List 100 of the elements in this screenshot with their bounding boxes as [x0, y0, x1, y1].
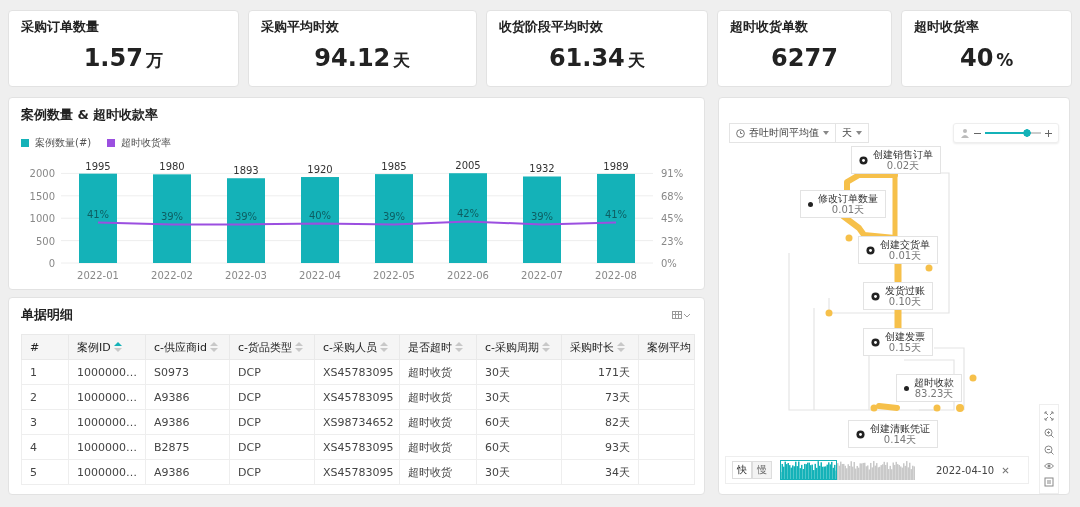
column-header: 案例平均	[638, 334, 695, 360]
close-icon[interactable]	[1002, 466, 1010, 474]
column-header[interactable]: 案例ID	[68, 334, 146, 360]
process-node[interactable]: 发货过账 0.10天	[863, 282, 933, 310]
zoom-out-icon[interactable]	[1044, 445, 1054, 455]
table-cell: XS45783095	[323, 365, 394, 379]
table-cell: 34天	[605, 465, 630, 479]
table-cell: XS45783095	[323, 390, 394, 404]
ring-icon	[871, 337, 880, 347]
table-cell: 超时收货	[408, 440, 452, 454]
table-cell: 超时收货	[408, 465, 452, 479]
clock-icon	[736, 128, 745, 138]
x-axis-label: 2022-07	[521, 270, 563, 281]
column-header[interactable]: c-采购周期	[476, 334, 562, 360]
process-node[interactable]: 创建销售订单 0.02天	[851, 146, 941, 174]
kpi-unit: 天	[393, 49, 411, 72]
data-label: 2005	[455, 160, 481, 172]
x-axis-label: 2022-05	[373, 270, 415, 281]
ring-icon	[871, 291, 880, 301]
column-header[interactable]: 是否超时	[399, 334, 477, 360]
process-node[interactable]: 创建交货单 0.01天	[858, 236, 938, 264]
y-axis-label: 1500	[29, 190, 55, 202]
metric-dropdown[interactable]: 吞吐时间平均值	[729, 123, 836, 143]
table-cell: 超时收货	[408, 390, 452, 404]
table-cell: 1000000…	[77, 390, 137, 404]
process-node[interactable]: 修改订单数量 0.01天	[800, 190, 886, 218]
fit-screen-icon[interactable]	[1044, 411, 1054, 421]
dot-icon	[904, 385, 909, 391]
data-label: 42%	[456, 208, 480, 220]
timeline-range[interactable]	[780, 460, 838, 480]
y-axis-label: 500	[35, 235, 55, 247]
legend-label: 超时收货率	[121, 136, 172, 150]
process-node[interactable]: 超时收款 83.23天	[896, 374, 962, 402]
column-header[interactable]: 采购时长	[561, 334, 639, 360]
data-label: 39%	[234, 211, 258, 223]
person-icon	[960, 128, 970, 138]
table-cell: A9386	[154, 390, 190, 404]
speed-toggle[interactable]: 慢	[752, 461, 772, 479]
data-label: 1985	[381, 161, 407, 173]
caret-icon	[823, 131, 829, 135]
table-cell: XS45783095	[323, 465, 394, 479]
table-cell: 3	[30, 415, 37, 429]
table-cell: DCP	[238, 365, 261, 379]
data-label: 1893	[233, 165, 259, 177]
data-label: 1932	[529, 163, 555, 175]
speed-toggle[interactable]: 快	[732, 461, 752, 479]
process-node[interactable]: 创建清账凭证 0.14天	[848, 420, 938, 448]
table-title: 单据明细	[21, 306, 73, 324]
y-axis-label: 0%	[661, 258, 677, 269]
table-cell: XS45783095	[323, 440, 394, 454]
plus-icon[interactable]	[1045, 129, 1052, 137]
table-cell: 1	[30, 365, 37, 379]
x-axis-label: 2022-08	[595, 270, 637, 281]
table-cell: DCP	[238, 465, 261, 479]
kpi-label: 超时收货单数	[729, 18, 808, 36]
kpi-value: 94.12	[314, 44, 391, 72]
eye-icon[interactable]	[1044, 462, 1054, 470]
kpi-value: 1.57	[83, 44, 143, 72]
x-axis-label: 2022-01	[77, 270, 119, 281]
column-header[interactable]: c-采购人员	[314, 334, 400, 360]
x-axis-label: 2022-03	[225, 270, 267, 281]
y-axis-label: 2000	[29, 168, 55, 180]
table-cell: 2	[30, 390, 37, 404]
column-header[interactable]: c-货品类型	[229, 334, 315, 360]
kpi-label: 采购平均时效	[260, 18, 339, 36]
data-label: 39%	[160, 211, 184, 223]
unit-dropdown[interactable]: 天	[836, 123, 869, 143]
ring-icon	[859, 155, 868, 165]
table-cell: DCP	[238, 390, 261, 404]
y-axis-label: 23%	[661, 235, 684, 247]
kpi-label: 收货阶段平均时效	[499, 18, 604, 36]
x-axis-label: 2022-06	[447, 270, 489, 281]
x-axis-label: 2022-04	[299, 270, 341, 281]
chart-title: 案例数量 & 超时收款率	[21, 106, 159, 124]
caret-icon	[856, 131, 862, 135]
table-cell: S0973	[154, 365, 189, 379]
legend-label: 案例数量(#)	[35, 136, 92, 150]
kpi-unit: 天	[627, 49, 645, 72]
timeline-histogram[interactable]	[780, 460, 916, 480]
data-label: 41%	[86, 209, 110, 221]
table-cell: 超时收货	[408, 365, 452, 379]
kpi-unit: 万	[145, 49, 163, 72]
kpi-value: 61.34	[548, 44, 625, 72]
table-cell: A9386	[154, 465, 190, 479]
data-label: 39%	[382, 211, 406, 223]
y-axis-label: 45%	[661, 213, 684, 224]
timeline-date: 2022-04-10	[936, 464, 995, 476]
column-header: #	[21, 334, 69, 360]
table-cell: DCP	[238, 440, 261, 454]
document-icon[interactable]	[1044, 477, 1054, 487]
dot-icon	[808, 201, 813, 207]
table-cell: 30天	[485, 465, 510, 479]
process-node[interactable]: 创建发票 0.15天	[863, 328, 933, 356]
table-cell: 1000000…	[77, 465, 137, 479]
table-settings-icon[interactable]	[672, 310, 692, 320]
table-cell: 171天	[598, 365, 630, 379]
column-header[interactable]: c-供应商id	[145, 334, 230, 360]
zoom-in-icon[interactable]	[1044, 428, 1054, 438]
data-label: 1920	[307, 164, 333, 176]
kpi-label: 采购订单数量	[21, 18, 99, 36]
